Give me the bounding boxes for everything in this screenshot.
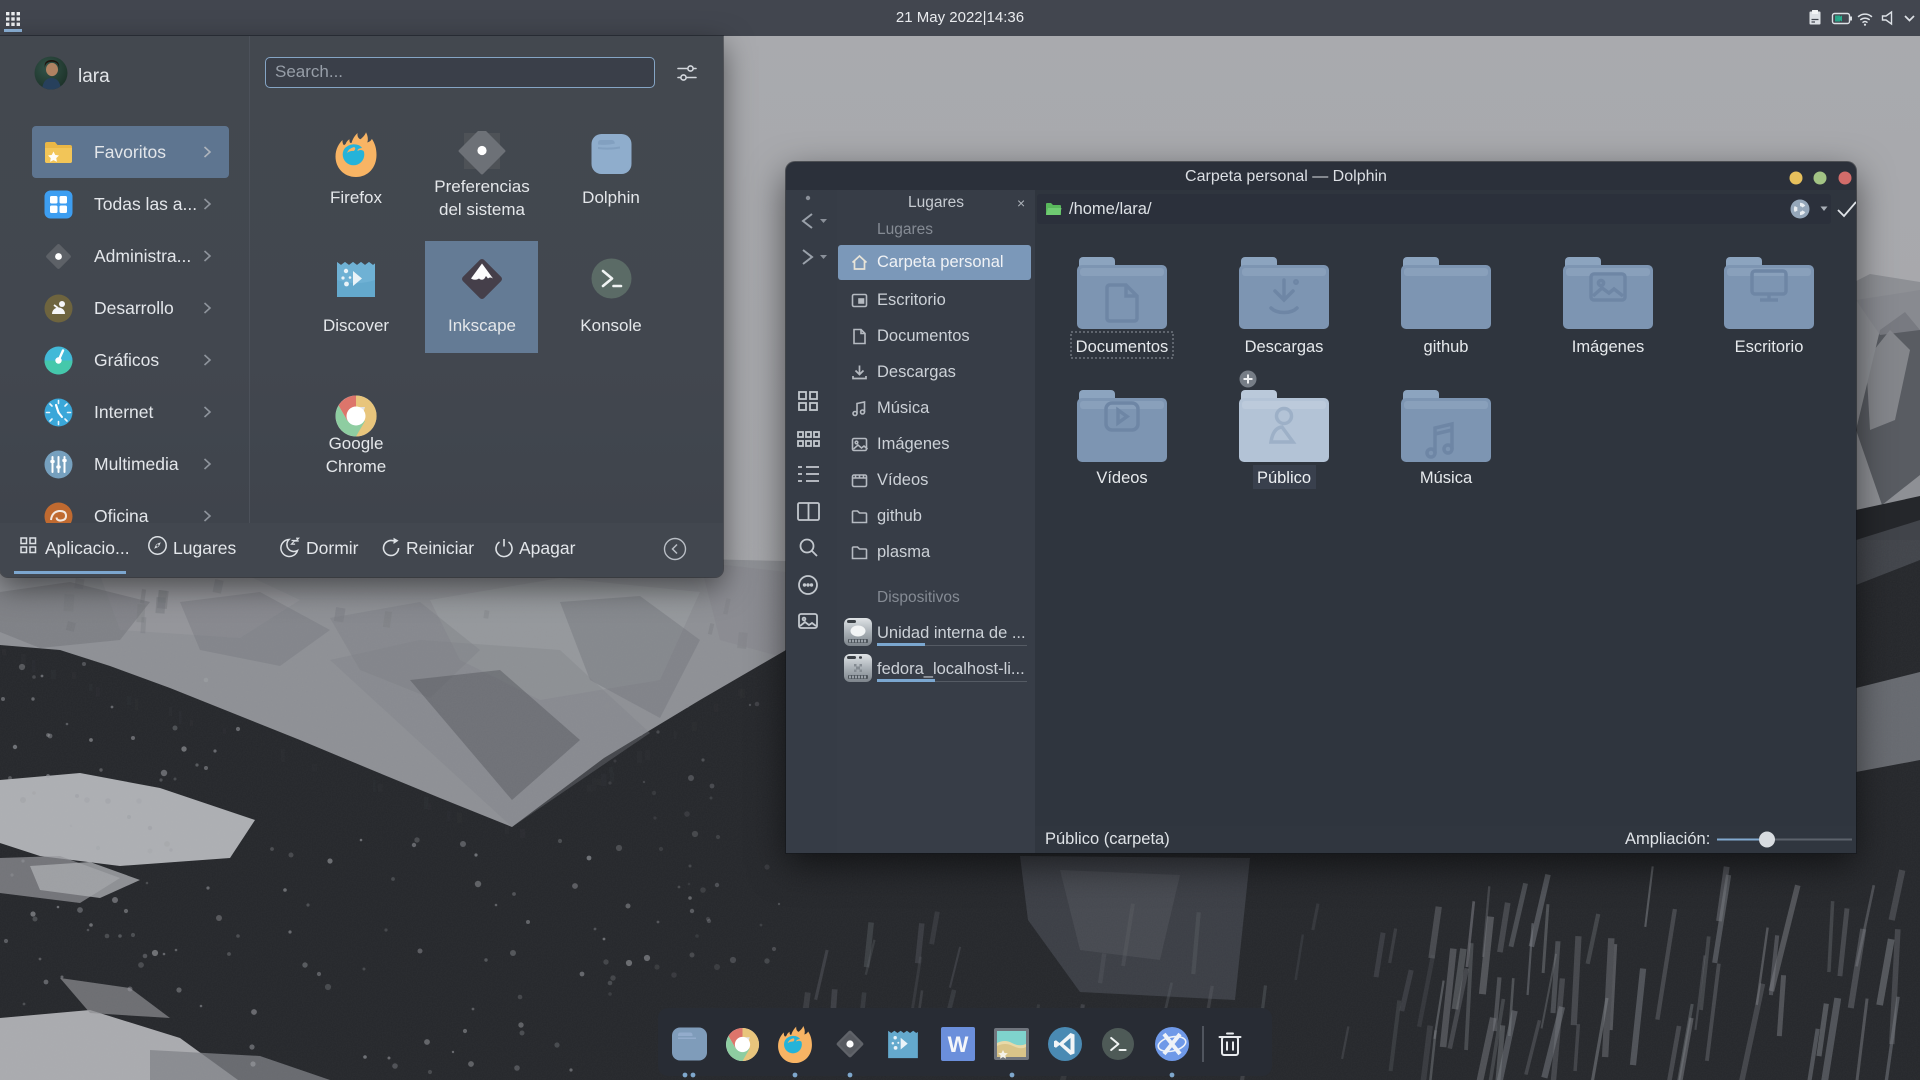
svg-text:Documentos: Documentos [1076, 338, 1169, 356]
svg-text:Música: Música [1420, 469, 1473, 487]
svg-text:Escritorio: Escritorio [1735, 338, 1804, 356]
svg-text:github: github [1424, 338, 1469, 356]
svg-text:Imágenes: Imágenes [1572, 338, 1644, 356]
svg-text:Público: Público [1257, 469, 1311, 487]
svg-text:W: W [948, 1032, 969, 1057]
svg-text:Vídeos: Vídeos [1096, 469, 1147, 487]
svg-text:Descargas: Descargas [1245, 338, 1324, 356]
